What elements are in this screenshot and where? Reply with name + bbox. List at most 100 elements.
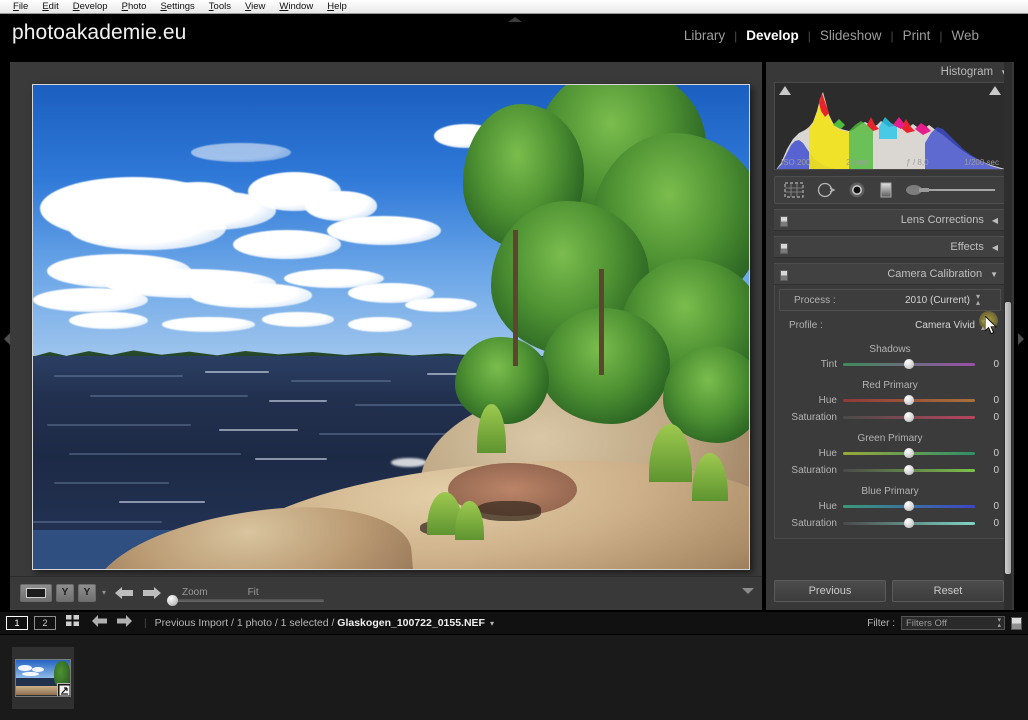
graduated-filter-icon[interactable] — [878, 181, 894, 199]
chevron-down-icon[interactable]: ▼ — [990, 270, 998, 279]
grid-view-icon[interactable] — [66, 614, 80, 632]
photo-frame[interactable] — [32, 84, 750, 570]
chevron-left-icon[interactable]: ◀ — [992, 216, 998, 225]
slider-green-saturation[interactable]: Saturation 0 — [775, 462, 1005, 479]
menu-item-settings[interactable]: Settings — [153, 0, 201, 13]
slider-red-hue[interactable]: Hue 0 — [775, 392, 1005, 409]
develop-settings-badge-icon[interactable] — [57, 682, 70, 696]
menu-item-edit[interactable]: Edit — [35, 0, 65, 13]
spot-removal-icon[interactable] — [816, 181, 836, 199]
histogram-chart[interactable]: ISO 200 28 mm ƒ / 8,0 1/200 sec — [774, 82, 1006, 170]
breadcrumb-filename[interactable]: Glaskogen_100722_0155.NEF — [337, 617, 485, 629]
previous-button[interactable]: Previous — [774, 580, 886, 602]
water-wave — [47, 423, 191, 426]
blue-saturation-track[interactable] — [843, 518, 975, 528]
module-web[interactable]: Web — [942, 28, 988, 43]
blue-hue-value[interactable]: 0 — [975, 501, 999, 512]
slider-blue-hue[interactable]: Hue 0 — [775, 498, 1005, 515]
view-mode-caret-icon[interactable]: ▾ — [102, 588, 106, 597]
zoom-slider[interactable] — [167, 595, 324, 606]
zoom-slider-handle[interactable] — [167, 595, 178, 606]
module-develop[interactable]: Develop — [737, 28, 808, 43]
loupe-view-button[interactable] — [20, 583, 52, 602]
menu-item-help[interactable]: Help — [320, 0, 354, 13]
slider-red-saturation[interactable]: Saturation 0 — [775, 409, 1005, 426]
panel-camera-calibration[interactable]: Camera Calibration ▼ — [774, 263, 1006, 285]
screen-one-button[interactable]: 1 — [6, 616, 28, 630]
filmstrip-thumbnail[interactable] — [15, 658, 71, 697]
menu-item-photo[interactable]: Photo — [115, 0, 154, 13]
right-panel-scrollbar[interactable] — [1004, 62, 1012, 610]
chevron-left-icon[interactable]: ◀ — [992, 243, 998, 252]
camera-calibration-switch[interactable] — [780, 270, 788, 281]
filter-select[interactable]: Filters Off ▾ ▴ — [901, 616, 1005, 630]
profile-value[interactable]: Camera Vivid — [915, 320, 975, 331]
filmstrip-thumbnail-cell[interactable] — [12, 646, 74, 709]
crop-overlay-icon[interactable] — [783, 181, 805, 199]
identity-plate[interactable]: photoakademie.eu — [12, 21, 186, 45]
green-hue-handle[interactable] — [904, 448, 914, 458]
red-hue-value[interactable]: 0 — [975, 395, 999, 406]
toolbar-options-caret-icon[interactable] — [742, 588, 754, 594]
screen-two-button[interactable]: 2 — [34, 616, 56, 630]
process-version-row[interactable]: Process : 2010 (Current) ▾ ▴ — [779, 289, 1001, 311]
slider-blue-saturation[interactable]: Saturation 0 — [775, 515, 1005, 532]
green-hue-track[interactable] — [843, 448, 975, 458]
chevron-down-icon[interactable]: ▾ — [490, 619, 494, 628]
module-print[interactable]: Print — [894, 28, 940, 43]
menu-item-window[interactable]: Window — [272, 0, 320, 13]
red-saturation-value[interactable]: 0 — [975, 412, 999, 423]
red-saturation-track[interactable] — [843, 412, 975, 422]
previous-photo-button[interactable] — [112, 583, 136, 603]
shadow-clipping-indicator[interactable] — [779, 86, 791, 95]
menu-item-file[interactable]: File — [6, 0, 35, 13]
process-value[interactable]: 2010 (Current) — [905, 295, 970, 306]
panel-lens-corrections[interactable]: Lens Corrections ◀ — [774, 209, 1006, 231]
blue-hue-track[interactable] — [843, 501, 975, 511]
shadows-tint-value[interactable]: 0 — [975, 359, 999, 370]
green-saturation-value[interactable]: 0 — [975, 465, 999, 476]
collapse-top-panel-arrow[interactable] — [508, 17, 522, 22]
profile-row[interactable]: Profile : Camera Vivid ▾ ▴ — [775, 313, 1005, 337]
filmstrip-forward-button[interactable] — [116, 614, 132, 632]
menu-item-develop[interactable]: Develop — [66, 0, 115, 13]
slider-green-hue[interactable]: Hue 0 — [775, 445, 1005, 462]
slider-shadows-tint[interactable]: Tint 0 — [775, 356, 1005, 373]
right-panel-scrollbar-thumb[interactable] — [1005, 302, 1011, 574]
shadows-tint-handle[interactable] — [904, 359, 914, 369]
lens-corrections-switch[interactable] — [780, 216, 788, 227]
next-photo-button[interactable] — [140, 583, 164, 603]
blue-saturation-handle[interactable] — [904, 518, 914, 528]
collapse-right-panel-arrow[interactable] — [1018, 333, 1024, 345]
module-library[interactable]: Library — [675, 28, 734, 43]
green-saturation-track[interactable] — [843, 465, 975, 475]
profile-spinner-icon[interactable]: ▾ ▴ — [981, 318, 985, 332]
process-spinner-icon[interactable]: ▾ ▴ — [976, 293, 980, 307]
shadows-tint-track[interactable] — [843, 359, 975, 369]
reset-button[interactable]: Reset — [892, 580, 1004, 602]
green-saturation-handle[interactable] — [904, 465, 914, 475]
blue-saturation-value[interactable]: 0 — [975, 518, 999, 529]
filter-spinner-icon[interactable]: ▾ ▴ — [997, 617, 1001, 629]
effects-switch[interactable] — [780, 243, 788, 254]
adjustment-brush-icon[interactable] — [905, 182, 997, 198]
blue-hue-handle[interactable] — [904, 501, 914, 511]
filmstrip-toggle-button[interactable] — [1011, 616, 1022, 630]
menu-item-tools[interactable]: Tools — [202, 0, 238, 13]
red-hue-handle[interactable] — [904, 395, 914, 405]
red-saturation-handle[interactable] — [904, 412, 914, 422]
menu-item-view[interactable]: View — [238, 0, 272, 13]
cloud — [154, 181, 241, 226]
survey-view-button[interactable]: Y — [78, 583, 96, 602]
red-eye-correction-icon[interactable] — [847, 181, 867, 199]
module-slideshow[interactable]: Slideshow — [811, 28, 891, 43]
histogram-panel-header[interactable]: Histogram ▼ — [766, 62, 1014, 82]
red-hue-track[interactable] — [843, 395, 975, 405]
panel-effects[interactable]: Effects ◀ — [774, 236, 1006, 258]
green-hue-value[interactable]: 0 — [975, 448, 999, 459]
panel-action-buttons: Previous Reset — [774, 580, 1004, 602]
compare-view-button[interactable]: Y — [56, 583, 74, 602]
highlight-clipping-indicator[interactable] — [989, 86, 1001, 95]
filmstrip-back-button[interactable] — [92, 614, 108, 632]
red-saturation-label: Saturation — [791, 412, 837, 423]
